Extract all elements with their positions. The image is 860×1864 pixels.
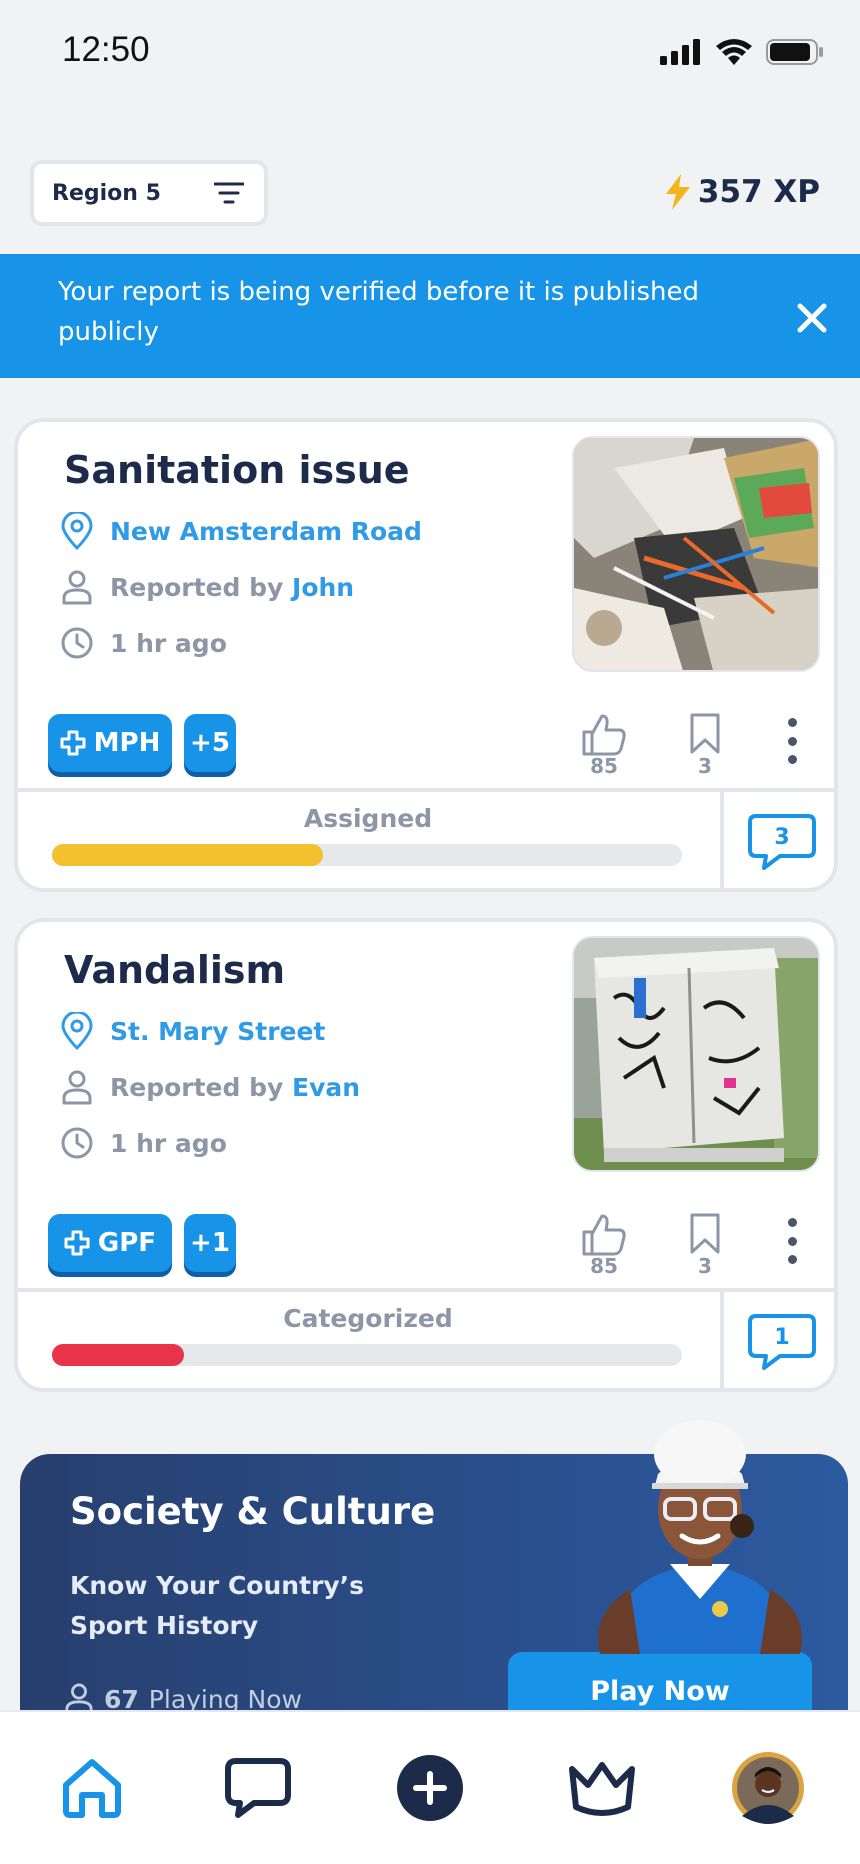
bookmark-button[interactable]: 3 <box>688 712 722 778</box>
play-now-button[interactable]: Play Now <box>508 1652 812 1714</box>
progress-fill <box>52 844 323 866</box>
status-label: Assigned <box>303 804 433 833</box>
clock-icon <box>58 624 96 662</box>
trash-photo-image <box>574 438 818 670</box>
report-author: Reported by Evan <box>58 1068 360 1106</box>
like-count: 85 <box>590 754 618 778</box>
comment-icon[interactable]: 3 <box>746 810 818 874</box>
report-time: 1 hr ago <box>58 1124 227 1162</box>
user-icon <box>58 568 96 606</box>
promo-subtitle: Know Your Country’s Sport History <box>70 1571 365 1640</box>
nav-add-report[interactable] <box>394 1752 466 1824</box>
report-author: Reported by John <box>58 568 354 606</box>
home-icon <box>63 1759 121 1818</box>
bookmark-count: 3 <box>698 754 712 778</box>
status-bar: 12:50 <box>0 0 860 110</box>
thumbs-up-icon <box>582 714 626 756</box>
comment-count: 1 <box>774 1325 789 1350</box>
report-title: Sanitation issue <box>64 448 410 492</box>
bookmark-count: 3 <box>698 1254 712 1278</box>
medical-cross-icon <box>64 1230 90 1256</box>
more-agencies-tag[interactable]: +5 <box>184 714 236 772</box>
user-icon <box>58 1068 96 1106</box>
report-photo[interactable] <box>572 936 820 1172</box>
nav-profile[interactable] <box>730 1750 806 1826</box>
report-card[interactable]: Vandalism St. Mary Street Reported by Ev… <box>14 918 838 1392</box>
footer-divider <box>720 792 724 888</box>
location-pin-icon <box>58 1012 96 1050</box>
like-button[interactable]: 85 <box>580 712 628 778</box>
report-location[interactable]: St. Mary Street <box>58 1012 325 1050</box>
nav-messages[interactable] <box>222 1752 294 1824</box>
report-location[interactable]: New Amsterdam Road <box>58 512 422 550</box>
report-title: Vandalism <box>64 948 286 992</box>
more-agencies-tag[interactable]: +1 <box>184 1214 236 1272</box>
location-pin-icon <box>58 512 96 550</box>
like-count: 85 <box>590 1254 618 1278</box>
time-ago: 1 hr ago <box>110 1128 227 1158</box>
reported-by-label: Reported by <box>110 1072 284 1102</box>
report-status-bar: Assigned 3 <box>18 788 834 888</box>
nav-home[interactable] <box>56 1752 128 1824</box>
wifi-icon <box>716 39 752 65</box>
bookmark-button[interactable]: 3 <box>688 1212 722 1278</box>
avatar <box>732 1752 804 1824</box>
close-icon[interactable] <box>792 298 832 338</box>
verification-banner: Your report is being verified before it … <box>0 254 860 378</box>
location-text: St. Mary Street <box>110 1016 326 1046</box>
nav-leaderboard[interactable] <box>566 1752 638 1824</box>
xp-counter: 357 XP <box>664 174 820 210</box>
agency-tag[interactable]: GPF <box>48 1214 172 1272</box>
report-status-bar: Categorized 1 <box>18 1288 834 1388</box>
progress-track <box>52 844 682 866</box>
banner-text: Your report is being verified before it … <box>58 277 699 347</box>
clock-icon <box>58 1124 96 1162</box>
status-time: 12:50 <box>62 30 150 69</box>
filter-icon <box>214 182 244 204</box>
region-filter-button[interactable]: Region 5 <box>30 160 268 226</box>
reporter-name[interactable]: John <box>292 573 354 602</box>
progress-fill <box>52 1344 185 1366</box>
signal-icon <box>660 39 700 65</box>
agency-label: GPF <box>97 1228 157 1258</box>
chat-icon <box>225 1758 291 1818</box>
comment-count: 3 <box>774 825 789 850</box>
report-time: 1 hr ago <box>58 624 227 662</box>
add-icon <box>397 1755 463 1821</box>
status-icons <box>660 38 824 66</box>
like-button[interactable]: 85 <box>580 1212 628 1278</box>
lightning-icon <box>665 174 690 210</box>
reporter-name[interactable]: Evan <box>292 1073 360 1102</box>
reported-by-label: Reported by <box>110 572 284 602</box>
more-agencies-count: +5 <box>190 728 230 758</box>
agency-label: MPH <box>93 728 161 758</box>
progress-track <box>52 1344 682 1366</box>
more-agencies-count: +1 <box>190 1228 230 1258</box>
agency-tag[interactable]: MPH <box>48 714 172 772</box>
comment-icon[interactable]: 1 <box>746 1310 818 1374</box>
battery-icon <box>766 39 823 65</box>
top-bar: Region 5 357 XP <box>0 150 860 240</box>
location-text: New Amsterdam Road <box>110 516 422 546</box>
graffiti-box-photo-image <box>574 938 818 1170</box>
more-options-icon[interactable] <box>786 1218 798 1264</box>
bookmark-icon <box>690 1213 720 1254</box>
region-label: Region 5 <box>52 180 161 206</box>
bookmark-icon <box>690 713 720 754</box>
report-photo[interactable] <box>572 436 820 672</box>
mascot-worker-illustration <box>598 1420 802 1654</box>
crown-icon <box>569 1762 635 1816</box>
xp-value: 357 XP <box>697 174 820 210</box>
more-options-icon[interactable] <box>786 718 798 764</box>
medical-cross-icon <box>60 730 86 756</box>
footer-divider <box>720 1292 724 1388</box>
bottom-navigation <box>0 1710 860 1864</box>
promo-title: Society & Culture <box>70 1490 436 1533</box>
status-label: Categorized <box>283 1304 453 1333</box>
time-ago: 1 hr ago <box>110 628 227 658</box>
thumbs-up-icon <box>582 1214 626 1256</box>
report-card[interactable]: Sanitation issue New Amsterdam Road Repo… <box>14 418 838 892</box>
